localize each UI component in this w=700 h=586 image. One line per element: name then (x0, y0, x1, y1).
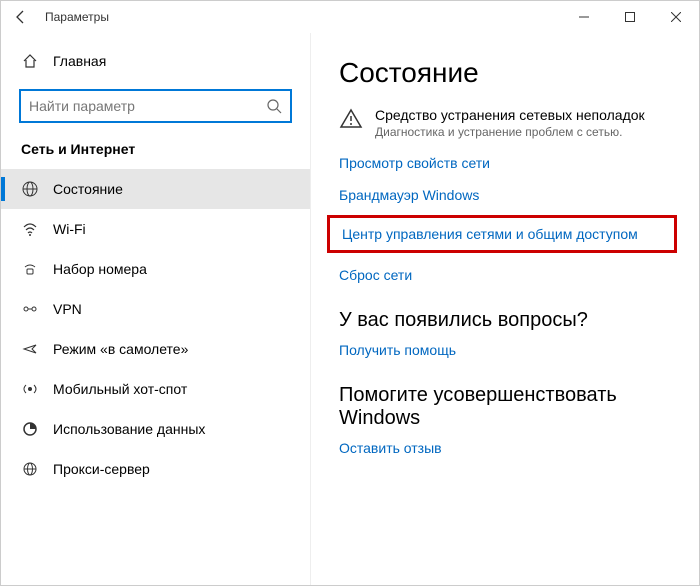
sidebar-section-title: Сеть и Интернет (1, 141, 310, 169)
warning-icon (339, 107, 363, 139)
sidebar-item-hotspot[interactable]: Мобильный хот-спот (1, 369, 310, 409)
datausage-icon (21, 421, 39, 437)
minimize-button[interactable] (561, 1, 607, 33)
link-firewall[interactable]: Брандмауэр Windows (339, 187, 671, 203)
search-input[interactable] (29, 98, 266, 114)
wifi-icon (21, 221, 39, 237)
sidebar-item-label: Wi-Fi (53, 221, 86, 237)
home-icon (21, 53, 39, 69)
proxy-icon (21, 461, 39, 477)
sidebar-item-label: Набор номера (53, 261, 147, 277)
troubleshoot-row[interactable]: Средство устранения сетевых неполадок Ди… (339, 107, 671, 139)
feedback-heading: Помогите усовершенствовать Windows (339, 384, 671, 430)
dialup-icon (21, 261, 39, 277)
sidebar-item-label: Использование данных (53, 421, 205, 437)
sidebar-home[interactable]: Главная (1, 45, 310, 77)
close-button[interactable] (653, 1, 699, 33)
sidebar-item-label: Мобильный хот-спот (53, 381, 187, 397)
sidebar-item-datausage[interactable]: Использование данных (1, 409, 310, 449)
close-icon (671, 12, 681, 22)
troubleshoot-title: Средство устранения сетевых неполадок (375, 107, 645, 123)
window-controls (561, 1, 699, 33)
main-panel: Состояние Средство устранения сетевых не… (311, 33, 699, 585)
link-feedback[interactable]: Оставить отзыв (339, 440, 671, 456)
titlebar: Параметры (1, 1, 699, 33)
sidebar-item-label: Режим «в самолете» (53, 341, 188, 357)
sidebar-home-label: Главная (53, 53, 106, 69)
sidebar-item-label: Состояние (53, 181, 123, 197)
maximize-button[interactable] (607, 1, 653, 33)
sidebar-item-status[interactable]: Состояние (1, 169, 310, 209)
search-box[interactable] (19, 89, 292, 123)
sidebar-item-dialup[interactable]: Набор номера (1, 249, 310, 289)
link-view-properties[interactable]: Просмотр свойств сети (339, 155, 671, 171)
troubleshoot-subtitle: Диагностика и устранение проблем с сетью… (375, 125, 645, 139)
link-get-help[interactable]: Получить помощь (339, 342, 671, 358)
maximize-icon (625, 12, 635, 22)
sidebar-item-label: VPN (53, 301, 82, 317)
link-sharing-center[interactable]: Центр управления сетями и общим доступом (327, 215, 677, 253)
page-title: Состояние (339, 57, 671, 89)
airplane-icon (21, 341, 39, 357)
arrow-left-icon (13, 9, 29, 25)
sidebar-item-proxy[interactable]: Прокси-сервер (1, 449, 310, 489)
sidebar-item-label: Прокси-сервер (53, 461, 150, 477)
sidebar: Главная Сеть и Интернет Состояние Wi-Fi … (1, 33, 311, 585)
hotspot-icon (21, 381, 39, 397)
link-reset-network[interactable]: Сброс сети (339, 267, 671, 283)
back-button[interactable] (9, 5, 33, 29)
sidebar-item-wifi[interactable]: Wi-Fi (1, 209, 310, 249)
globe-icon (21, 181, 39, 197)
questions-heading: У вас появились вопросы? (339, 309, 671, 332)
window-title: Параметры (45, 10, 109, 24)
vpn-icon (21, 301, 39, 317)
search-icon (266, 98, 282, 114)
sidebar-item-vpn[interactable]: VPN (1, 289, 310, 329)
sidebar-item-airplane[interactable]: Режим «в самолете» (1, 329, 310, 369)
minimize-icon (579, 12, 589, 22)
